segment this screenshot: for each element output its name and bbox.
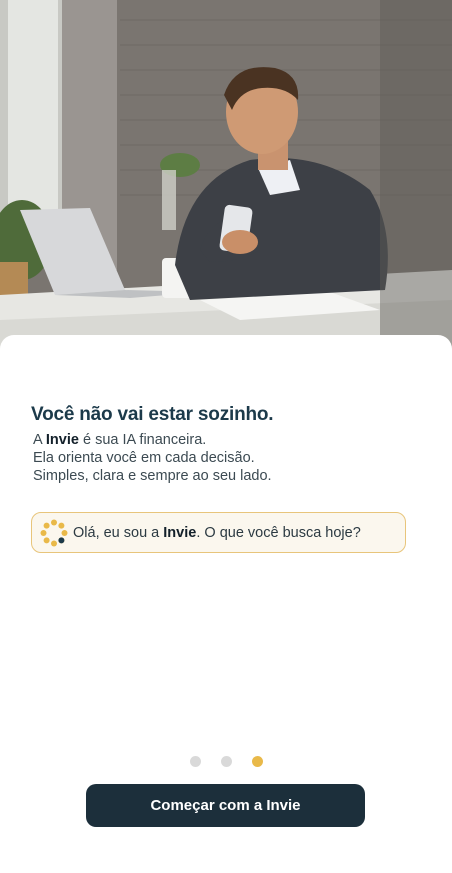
page-dot-2[interactable] <box>220 756 232 767</box>
onboarding-title: Você não vai estar sozinho. <box>31 404 274 425</box>
start-with-invie-button[interactable]: Começar com a Invie <box>86 784 365 827</box>
onboarding-description: A Invie é sua IA financeira. Ela orienta… <box>33 431 413 485</box>
chat-suffix: . O que você busca hoje? <box>196 524 361 541</box>
line1-prefix: A <box>33 432 46 448</box>
chat-prefix: Olá, eu sou a <box>73 524 164 541</box>
brand-name: Invie <box>45 432 79 448</box>
description-line-3: Simples, clara e sempre ao seu lado. <box>33 468 272 484</box>
description-line-2: Ela orienta você em cada decisão. <box>33 450 255 466</box>
hero-image <box>0 0 452 350</box>
chat-brand: Invie <box>163 524 197 541</box>
chat-prompt-bubble[interactable]: Olá, eu sou a Invie. O que você busca ho… <box>31 512 406 553</box>
chat-prompt-text: Olá, eu sou a Invie. O que você busca ho… <box>73 525 361 541</box>
line1-suffix: é sua IA financeira. <box>78 432 207 448</box>
pagination-dots <box>0 756 452 767</box>
page-dot-1[interactable] <box>189 756 201 767</box>
invie-logo-icon <box>40 519 68 546</box>
description-line-1: A Invie é sua IA financeira. <box>33 431 413 449</box>
page-dot-3-active[interactable] <box>251 756 263 767</box>
